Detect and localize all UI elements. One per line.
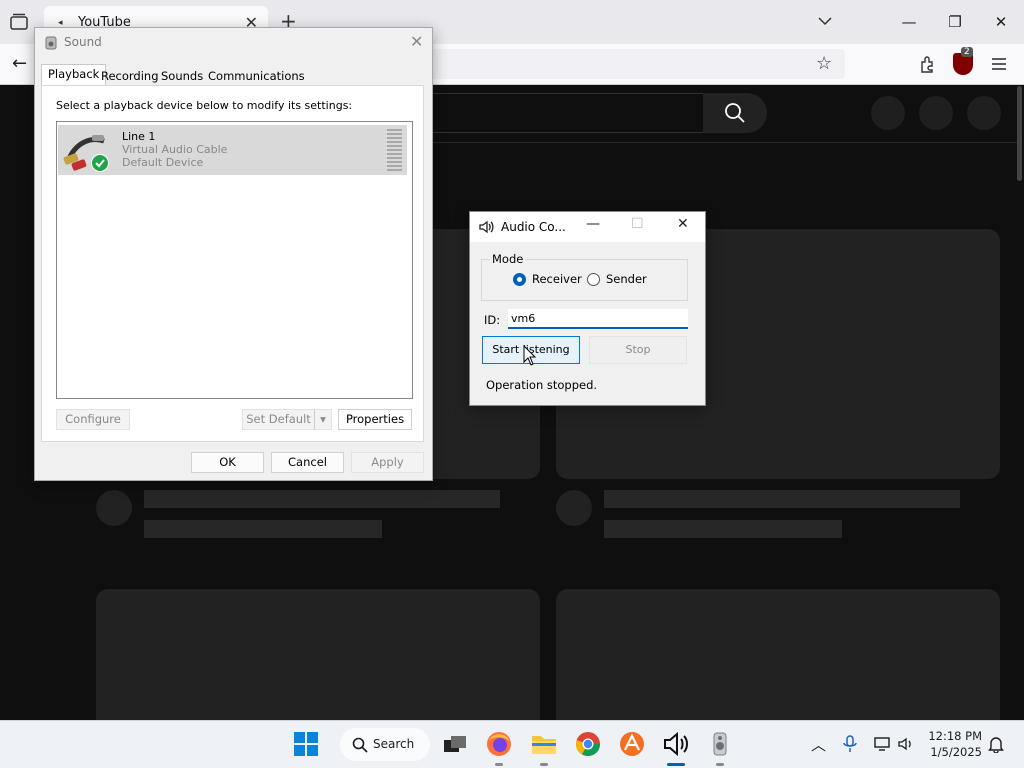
device-item-line-1[interactable]: Line 1 Virtual Audio Cable Default Devic… <box>58 125 407 175</box>
cancel-button[interactable]: Cancel <box>271 452 344 473</box>
chrome-icon[interactable] <box>574 730 602 758</box>
sound-title-bar[interactable]: Sound ✕ <box>35 28 432 58</box>
video-thumbnail-placeholder <box>96 589 540 729</box>
volume-icon[interactable] <box>897 736 915 752</box>
apply-button[interactable]: Apply <box>351 452 424 473</box>
sound-title: Sound <box>64 35 102 49</box>
device-status: Default Device <box>122 156 204 169</box>
mouse-cursor-icon <box>523 345 537 366</box>
chevron-down-icon[interactable] <box>816 12 834 30</box>
scrollbar[interactable] <box>1017 86 1022 181</box>
clock-date: 1/5/2025 <box>930 745 982 759</box>
tab-communications[interactable]: Communications <box>208 69 305 83</box>
yt-skeleton-avatar <box>967 96 1001 130</box>
receiver-radio[interactable] <box>513 273 526 286</box>
taskbar-search-label: Search <box>373 737 415 751</box>
tab-sounds[interactable]: Sounds <box>161 69 203 83</box>
device-list: Line 1 Virtual Audio Cable Default Devic… <box>56 121 413 399</box>
firefox-icon[interactable] <box>485 730 513 758</box>
video-thumbnail-placeholder <box>556 589 1000 729</box>
taskbar: Search ︿ 12:18 PM 1/5/2025 <box>0 720 1024 768</box>
subtitle-placeholder <box>144 520 382 538</box>
channel-avatar-placeholder <box>556 490 592 526</box>
mode-label: Mode <box>490 252 526 266</box>
sender-radio[interactable] <box>587 273 600 286</box>
notification-bell-icon[interactable] <box>988 735 1004 753</box>
audio-app-window: Audio Co... — ☐ ✕ Mode Receiver Sender I… <box>469 211 706 406</box>
device-type: Virtual Audio Cable <box>122 143 228 156</box>
network-icon[interactable] <box>873 736 891 752</box>
search-icon <box>725 103 745 123</box>
properties-button[interactable]: Properties <box>338 409 412 430</box>
clock-time: 12:18 PM <box>928 729 982 743</box>
bookmark-star-icon[interactable]: ☆ <box>816 53 832 74</box>
speaker-icon <box>45 36 57 50</box>
running-indicator <box>716 763 724 766</box>
taskbar-search-button[interactable]: Search <box>340 728 430 761</box>
extensions-icon[interactable] <box>918 54 938 74</box>
tab-playback[interactable]: Playback <box>41 64 107 85</box>
tab-recording[interactable]: Recording <box>101 69 159 83</box>
maximize-icon[interactable]: ☐ <box>631 216 644 232</box>
minimize-icon[interactable]: — <box>894 8 924 36</box>
title-placeholder <box>144 490 500 508</box>
yt-skeleton-icon <box>871 96 905 130</box>
close-icon[interactable]: ✕ <box>677 216 689 232</box>
task-view-icon[interactable] <box>441 730 469 758</box>
audio-title: Audio Co... <box>501 220 566 234</box>
volume-meter <box>387 129 402 172</box>
playback-panel: Select a playback device below to modify… <box>41 85 424 442</box>
ok-button[interactable]: OK <box>191 452 264 473</box>
running-indicator <box>540 763 548 766</box>
youtube-search-field[interactable] <box>430 93 703 133</box>
device-name: Line 1 <box>122 130 156 143</box>
active-indicator <box>667 763 685 766</box>
back-arrow-icon[interactable]: ← <box>12 53 27 74</box>
url-bar[interactable] <box>430 49 845 79</box>
file-explorer-icon[interactable] <box>530 730 558 758</box>
close-icon[interactable]: ✕ <box>410 32 423 51</box>
subtitle-placeholder <box>604 520 842 538</box>
yt-skeleton-icon <box>919 96 953 130</box>
tab-list-icon[interactable] <box>8 12 30 32</box>
windows-start-icon[interactable] <box>292 730 320 758</box>
set-default-dropdown[interactable]: ▾ <box>314 409 332 430</box>
default-device-check-icon <box>91 154 109 172</box>
receiver-label[interactable]: Receiver <box>532 272 582 286</box>
chevron-down-icon: ▾ <box>320 412 326 426</box>
sender-label[interactable]: Sender <box>606 272 647 286</box>
app-orange-icon[interactable] <box>618 730 646 758</box>
id-field[interactable] <box>508 309 688 329</box>
minimize-icon[interactable]: — <box>586 216 600 232</box>
audio-title-bar[interactable]: Audio Co... — ☐ ✕ <box>470 212 705 242</box>
restore-icon[interactable]: ❐ <box>940 8 970 36</box>
id-label: ID: <box>484 313 501 327</box>
youtube-search-button[interactable] <box>703 93 767 133</box>
sound-settings-app-icon[interactable] <box>706 730 734 758</box>
speaker-app-icon[interactable] <box>662 730 690 758</box>
hamburger-menu-icon[interactable] <box>990 56 1008 72</box>
instruction-text: Select a playback device below to modify… <box>56 99 353 112</box>
ublock-shield-icon[interactable]: 2 <box>953 47 973 75</box>
close-window-icon[interactable]: ✕ <box>986 8 1016 36</box>
running-indicator <box>495 763 503 766</box>
show-hidden-icons-chevron-up-icon[interactable]: ︿ <box>811 734 826 755</box>
sound-dialog: Sound ✕ Playback Recording Sounds Commun… <box>34 27 433 481</box>
channel-avatar-placeholder <box>96 490 132 526</box>
ublock-badge: 2 <box>961 47 973 57</box>
speaker-icon <box>479 220 494 234</box>
stop-button[interactable]: Stop <box>589 336 687 364</box>
microphone-icon[interactable] <box>843 735 857 753</box>
status-text: Operation stopped. <box>486 378 598 392</box>
search-icon <box>352 737 368 753</box>
taskbar-clock[interactable]: 12:18 PM 1/5/2025 <box>926 728 982 760</box>
title-placeholder <box>604 490 960 508</box>
divider <box>430 142 1020 143</box>
set-default-button[interactable]: Set Default <box>242 409 314 430</box>
configure-button[interactable]: Configure <box>56 409 130 430</box>
